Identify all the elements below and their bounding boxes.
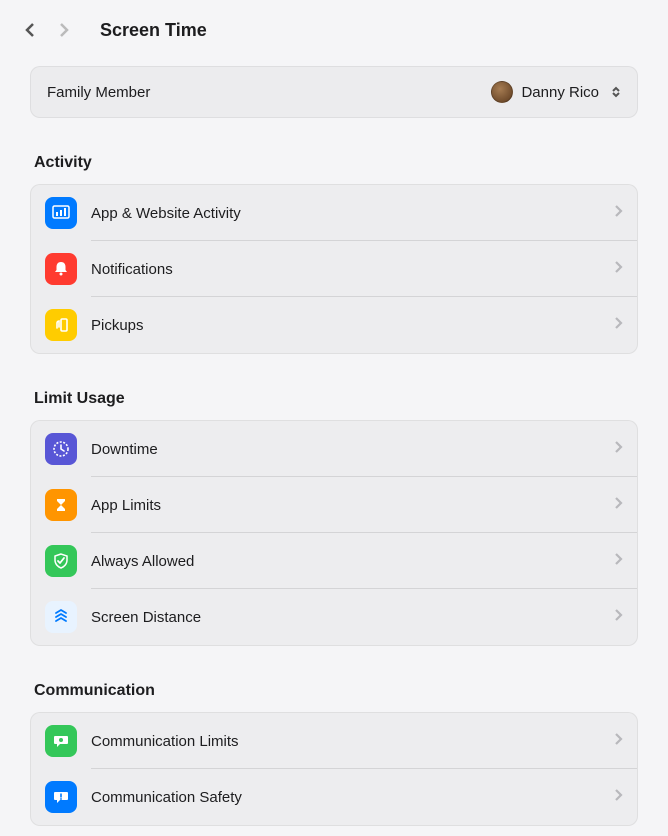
item-label: Notifications <box>91 261 599 278</box>
pickups-row[interactable]: Pickups <box>31 297 637 353</box>
header: Screen Time <box>0 0 668 66</box>
downtime-row[interactable]: Downtime <box>31 421 637 477</box>
notifications-row[interactable]: Notifications <box>31 241 637 297</box>
chevron-right-icon <box>613 439 623 460</box>
chevron-right-icon <box>613 259 623 280</box>
item-label: Screen Distance <box>91 609 599 626</box>
activity-list: App & Website Activity Notifications Pic… <box>30 184 638 354</box>
distance-icon <box>45 601 77 633</box>
item-label: Communication Safety <box>91 789 599 806</box>
section-title-activity: Activity <box>30 154 638 172</box>
always-allowed-row[interactable]: Always Allowed <box>31 533 637 589</box>
chevron-right-icon <box>613 787 623 808</box>
item-label: Always Allowed <box>91 553 599 570</box>
family-member-name: Danny Rico <box>521 84 599 101</box>
app-website-activity-row[interactable]: App & Website Activity <box>31 185 637 241</box>
family-member-dropdown[interactable]: Danny Rico <box>491 81 621 103</box>
family-member-label: Family Member <box>47 84 150 101</box>
communication-section: Communication Communication Limits Commu… <box>30 682 638 826</box>
limit-usage-section: Limit Usage Downtime App Limits <box>30 390 638 646</box>
chevron-right-icon <box>613 551 623 572</box>
avatar <box>491 81 513 103</box>
communication-list: Communication Limits Communication Safet… <box>30 712 638 826</box>
clock-icon <box>45 433 77 465</box>
app-limits-row[interactable]: App Limits <box>31 477 637 533</box>
screen-distance-row[interactable]: Screen Distance <box>31 589 637 645</box>
family-member-selector[interactable]: Family Member Danny Rico <box>30 66 638 118</box>
item-label: App & Website Activity <box>91 205 599 222</box>
item-label: Communication Limits <box>91 733 599 750</box>
section-title-communication: Communication <box>30 682 638 700</box>
section-title-limit-usage: Limit Usage <box>30 390 638 408</box>
chevron-up-down-icon <box>611 86 621 98</box>
back-button[interactable] <box>16 16 44 44</box>
chevron-right-icon <box>613 495 623 516</box>
bell-icon <box>45 253 77 285</box>
item-label: Downtime <box>91 441 599 458</box>
page-title: Screen Time <box>100 20 207 41</box>
chevron-right-icon <box>613 203 623 224</box>
forward-button <box>50 16 78 44</box>
checkmark-shield-icon <box>45 545 77 577</box>
chevron-right-icon <box>613 731 623 752</box>
communication-limits-row[interactable]: Communication Limits <box>31 713 637 769</box>
chevron-right-icon <box>613 607 623 628</box>
chart-icon <box>45 197 77 229</box>
chat-bubble-icon <box>45 725 77 757</box>
communication-safety-row[interactable]: Communication Safety <box>31 769 637 825</box>
activity-section: Activity App & Website Activity Notifica… <box>30 154 638 354</box>
chevron-right-icon <box>613 315 623 336</box>
item-label: App Limits <box>91 497 599 514</box>
pickups-icon <box>45 309 77 341</box>
chat-warning-icon <box>45 781 77 813</box>
limit-usage-list: Downtime App Limits Always Allowed <box>30 420 638 646</box>
item-label: Pickups <box>91 317 599 334</box>
hourglass-icon <box>45 489 77 521</box>
